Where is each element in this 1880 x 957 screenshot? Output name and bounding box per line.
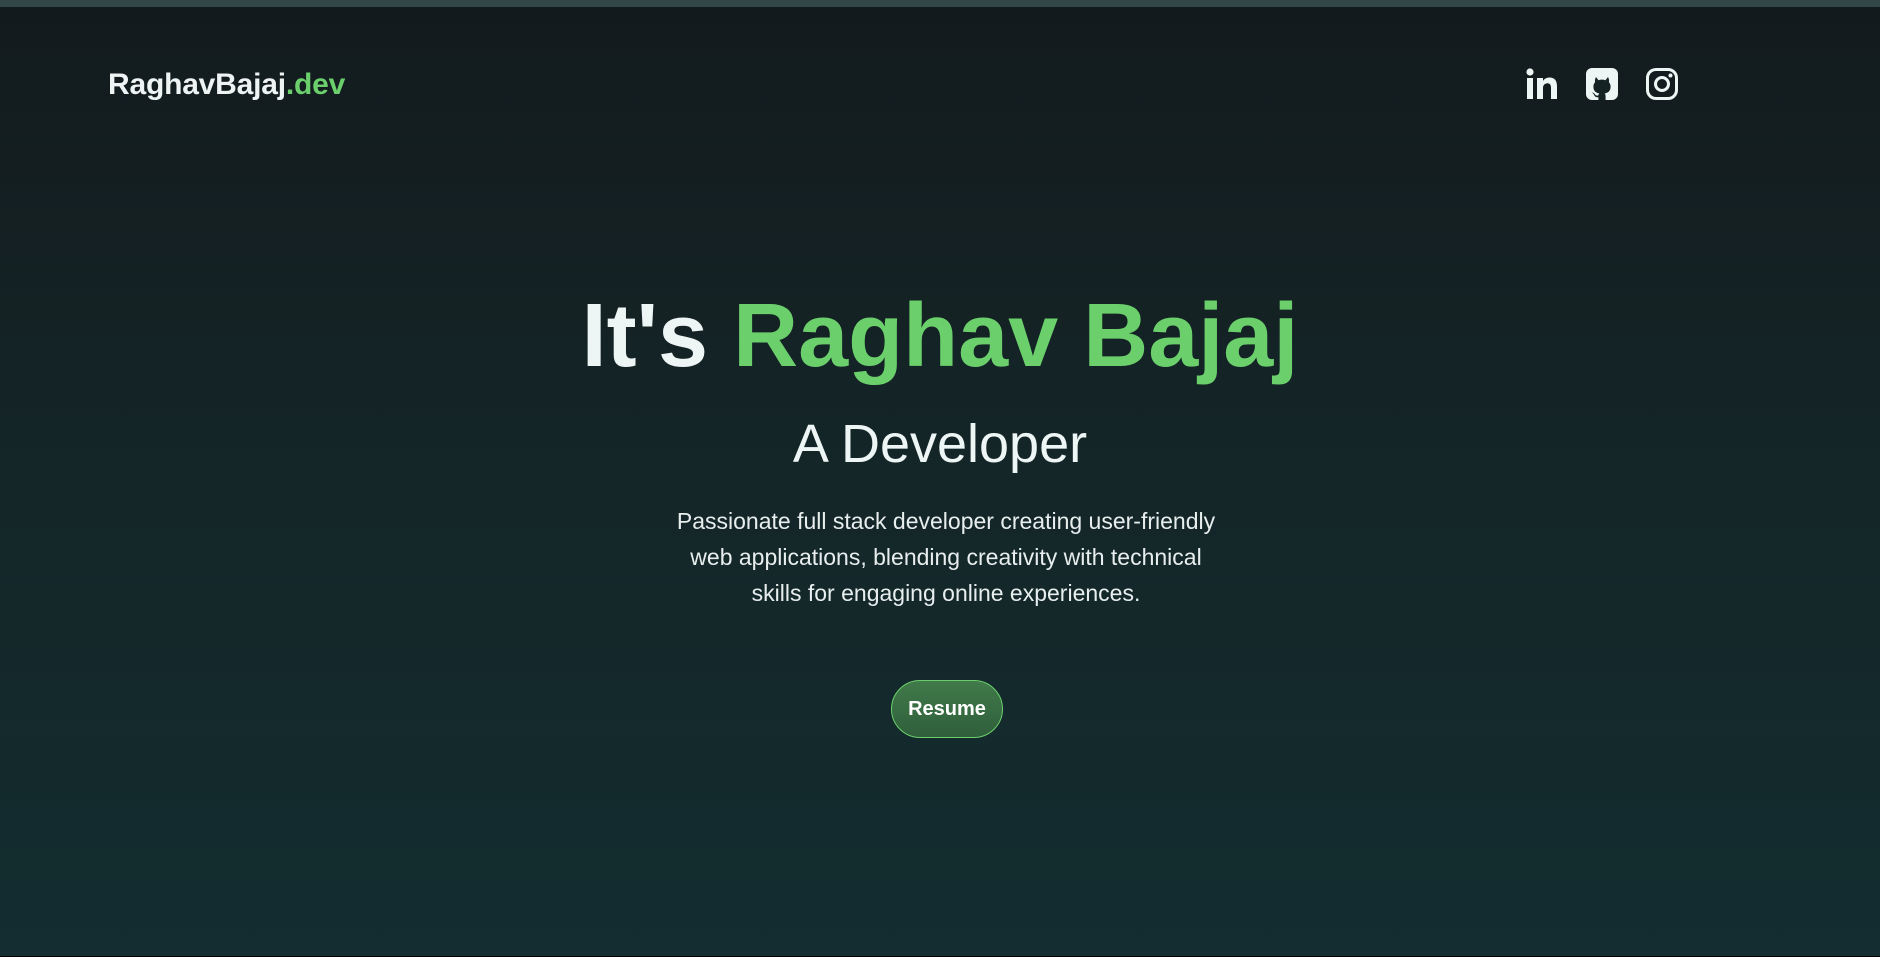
github-link[interactable] — [1584, 66, 1620, 102]
resume-button[interactable]: Resume — [891, 680, 1003, 738]
github-icon — [1586, 68, 1618, 100]
instagram-icon — [1646, 68, 1678, 100]
logo-suffix: .dev — [285, 68, 346, 101]
instagram-link[interactable] — [1644, 66, 1680, 102]
page-viewport: RaghavBajaj.dev It's Raghav Bajaj A Deve… — [0, 0, 1880, 956]
hero-description: Passionate full stack developer creating… — [676, 508, 1216, 606]
top-border — [0, 0, 1880, 7]
logo-name: RaghavBajaj — [108, 68, 286, 101]
hero-name: Raghav Bajaj — [733, 286, 1299, 386]
hero-headline: It's Raghav Bajaj — [0, 288, 1880, 384]
hero-role: A Developer — [792, 414, 1088, 474]
linkedin-icon — [1526, 68, 1557, 99]
site-logo[interactable]: RaghavBajaj.dev — [108, 68, 345, 102]
social-links — [1524, 66, 1680, 102]
hero-greeting: It's — [581, 286, 734, 386]
linkedin-link[interactable] — [1524, 66, 1560, 102]
